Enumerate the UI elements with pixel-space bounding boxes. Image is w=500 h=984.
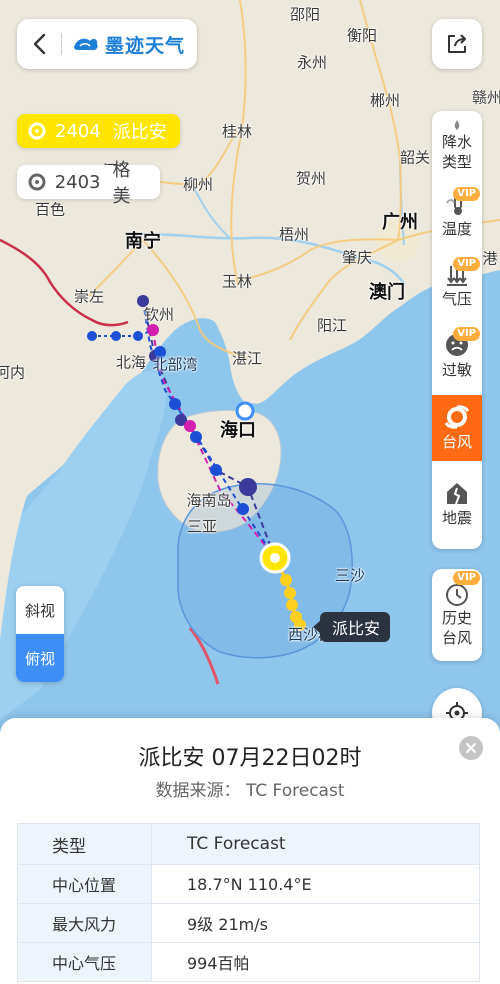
city-label: 衡阳	[346, 26, 378, 45]
close-icon	[466, 743, 476, 753]
city-label: 三沙	[334, 566, 366, 585]
table-row: 中心气压 994百帕	[18, 942, 479, 981]
layer-temperature[interactable]: VIP 温度	[432, 183, 482, 249]
clock-icon	[446, 584, 468, 606]
city-label: 贺州	[295, 169, 327, 188]
share-icon	[448, 34, 466, 53]
chevron-left-icon	[33, 33, 46, 55]
brand-name: 墨迹天气	[105, 34, 186, 57]
typhoon-icon	[27, 121, 47, 141]
detail-sheet: 派比安 07月22日02时 数据来源： TC Forecast 类型 TC Fo…	[0, 718, 500, 984]
source-label: 数据来源：	[155, 781, 241, 801]
typhoon-name: 格美	[112, 160, 131, 207]
row-value: 18.7°N 110.4°E	[187, 874, 312, 894]
layer-precip-type[interactable]: 降水类型	[432, 113, 482, 179]
layer-label: 台风	[441, 433, 472, 451]
city-label: 湛江	[231, 349, 263, 368]
layer-label: 过敏	[441, 361, 472, 379]
vip-badge: VIP	[453, 257, 480, 271]
city-label: 北海	[115, 353, 147, 372]
city-label: 南宁	[125, 231, 161, 252]
layer-menu: 降水类型 VIP 温度 VIP 气压 VIP 过敏 台风 地震	[432, 111, 482, 549]
layer-allergy[interactable]: VIP 过敏	[432, 323, 482, 389]
history-label: 历史台风	[441, 609, 472, 647]
table-row: 类型 TC Forecast	[18, 824, 479, 864]
moji-logo-icon	[74, 38, 98, 51]
back-button[interactable]	[17, 19, 61, 69]
city-label: 邵阳	[289, 5, 321, 24]
layer-label: 温度	[441, 220, 472, 238]
view-toggle: 斜视 俯视	[16, 586, 64, 682]
close-button[interactable]	[459, 736, 483, 760]
rain-drop-icon	[454, 120, 460, 130]
layer-pressure[interactable]: VIP 气压	[432, 253, 482, 319]
brand-logo: 墨迹天气	[62, 31, 185, 58]
city-label: 海口	[220, 420, 256, 441]
row-value: 994百帕	[187, 954, 250, 973]
table-row: 中心位置 18.7°N 110.4°E	[18, 864, 479, 903]
city-label: 韶关	[399, 148, 431, 167]
city-label: 海南岛	[186, 491, 232, 510]
header-bar: 墨迹天气	[17, 19, 197, 69]
typhoon-icon	[444, 405, 470, 429]
city-label: 永州	[296, 53, 328, 72]
typhoon-chip[interactable]: 2403 格美	[17, 160, 160, 207]
row-value: TC Forecast	[152, 824, 479, 864]
layer-typhoon[interactable]: 台风	[432, 395, 482, 461]
city-label: 百色	[34, 200, 66, 219]
typhoon-icon	[27, 172, 47, 192]
city-label: 柳州	[182, 175, 214, 194]
city-label: 澳门	[369, 282, 405, 303]
city-label: 赣州	[471, 88, 500, 107]
row-key: 中心位置	[18, 865, 152, 903]
row-value: 9级 21m/s	[187, 915, 268, 934]
city-label: 玉林	[221, 272, 253, 291]
layer-label: 气压	[441, 290, 472, 308]
vip-badge: VIP	[453, 571, 480, 585]
track-points	[87, 295, 306, 631]
row-key: 最大风力	[18, 904, 152, 942]
layer-label: 降水类型	[441, 133, 472, 171]
city-label: 钦州	[143, 305, 175, 324]
city-label: 崇左	[73, 287, 105, 306]
city-label: 肇庆	[341, 248, 373, 267]
city-label: 河内	[0, 363, 26, 382]
current-typhoon-marker	[259, 542, 291, 574]
vip-badge: VIP	[453, 187, 480, 201]
layer-label: 地震	[441, 509, 472, 527]
storm-name-tooltip: 派比安	[312, 612, 391, 642]
layer-earthquake[interactable]: 地震	[432, 471, 482, 537]
history-typhoon-button[interactable]: VIP 历史台风	[432, 569, 482, 661]
detail-source: 数据来源： TC Forecast	[0, 776, 500, 801]
city-label: 港	[482, 249, 498, 268]
city-label: 梧州	[278, 225, 310, 244]
row-key: 中心气压	[18, 943, 152, 981]
earthquake-icon	[447, 483, 467, 505]
typhoon-code: 2404	[55, 120, 101, 142]
row-key: 类型	[18, 824, 152, 864]
source-value: TC Forecast	[245, 781, 345, 801]
view-oblique-button[interactable]: 斜视	[16, 586, 64, 634]
city-label: 郴州	[369, 91, 401, 110]
typhoon-name: 派比安	[112, 122, 167, 143]
city-label: 北部湾	[152, 355, 198, 374]
city-label: 广州	[382, 212, 418, 233]
typhoon-code: 2403	[54, 171, 101, 193]
city-label: 桂林	[221, 122, 253, 141]
detail-title: 派比安 07月22日02时	[138, 746, 362, 771]
vip-badge: VIP	[453, 327, 480, 341]
observed-track	[92, 329, 154, 337]
city-label: 阳江	[316, 316, 348, 335]
detail-table: 类型 TC Forecast 中心位置 18.7°N 110.4°E 最大风力 …	[17, 823, 480, 982]
city-label: 三亚	[186, 517, 218, 536]
share-button[interactable]	[432, 19, 482, 69]
typhoon-chip-active[interactable]: 2404 派比安	[17, 114, 180, 148]
table-row: 最大风力 9级 21m/s	[18, 903, 479, 942]
view-topdown-button[interactable]: 俯视	[16, 634, 64, 682]
